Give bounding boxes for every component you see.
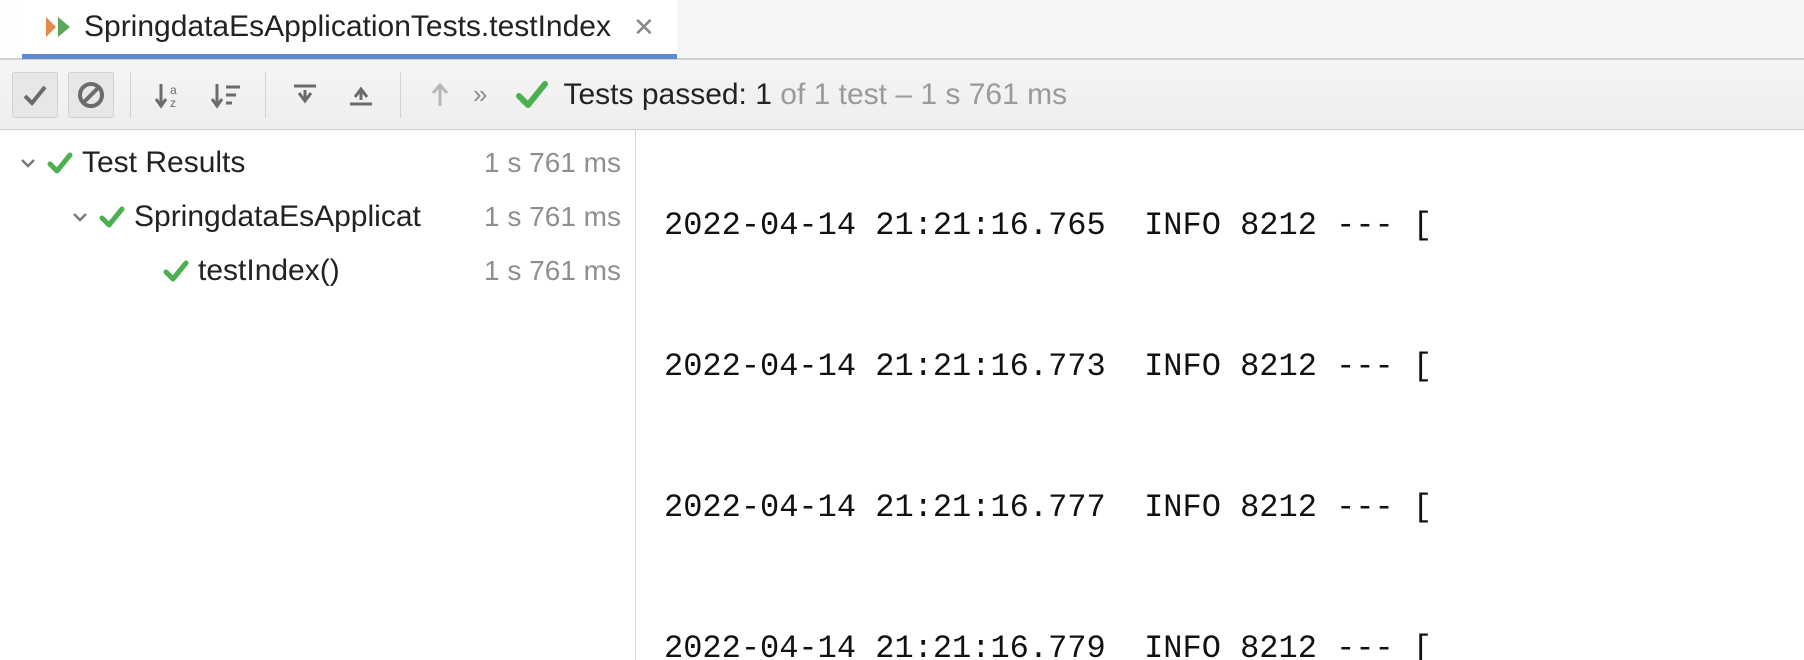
test-toolbar: az » Tests passed: 1 of 1 test – 1 s 761… (0, 60, 1804, 130)
separator (265, 72, 266, 118)
tree-method-label: testIndex() (198, 254, 484, 288)
chevron-down-icon[interactable] (14, 154, 42, 172)
prev-failed-button[interactable] (417, 72, 463, 118)
main-split: Test Results 1 s 761 ms SpringdataEsAppl… (0, 130, 1804, 660)
log-line: 2022-04-14 21:21:16.773 INFO 8212 --- [ (664, 343, 1804, 390)
sort-duration-button[interactable] (203, 72, 249, 118)
tree-class-row[interactable]: SpringdataEsApplicat 1 s 761 ms (0, 190, 635, 244)
more-button[interactable]: » (473, 72, 487, 118)
tab-active[interactable]: SpringdataEsApplicationTests.testIndex ✕ (22, 0, 677, 59)
status-label: Tests passed: (563, 78, 746, 111)
tab-run-icon (44, 13, 72, 41)
status-text: Tests passed: 1 of 1 test – 1 s 761 ms (563, 78, 1067, 112)
show-passed-button[interactable] (12, 72, 58, 118)
close-icon[interactable]: ✕ (633, 12, 655, 43)
svg-text:a: a (170, 83, 177, 97)
chevron-down-icon[interactable] (66, 208, 94, 226)
log-line: 2022-04-14 21:21:16.777 INFO 8212 --- [ (664, 484, 1804, 531)
tree-method-row[interactable]: testIndex() 1 s 761 ms (0, 244, 635, 298)
tree-method-time: 1 s 761 ms (484, 255, 621, 287)
status-area: Tests passed: 1 of 1 test – 1 s 761 ms (515, 78, 1067, 112)
log-line: 2022-04-14 21:21:16.779 INFO 8212 --- [ (664, 625, 1804, 660)
tabbar-rest (677, 0, 1804, 59)
tree-root-row[interactable]: Test Results 1 s 761 ms (0, 136, 635, 190)
test-tree: Test Results 1 s 761 ms SpringdataEsAppl… (0, 130, 636, 660)
tree-class-label: SpringdataEsApplicat (134, 200, 484, 234)
tab-title: SpringdataEsApplicationTests.testIndex (84, 10, 611, 44)
pass-icon (98, 203, 126, 231)
status-detail: of 1 test – 1 s 761 ms (780, 78, 1067, 111)
separator (130, 72, 131, 118)
expand-all-button[interactable] (282, 72, 328, 118)
tabbar-leading-gap (0, 0, 22, 59)
check-icon (515, 78, 549, 112)
show-ignored-button[interactable] (68, 72, 114, 118)
tree-root-time: 1 s 761 ms (484, 147, 621, 179)
pass-icon (162, 257, 190, 285)
sort-alpha-button[interactable]: az (147, 72, 193, 118)
console-output[interactable]: 2022-04-14 21:21:16.765 INFO 8212 --- [ … (636, 130, 1804, 660)
log-line: 2022-04-14 21:21:16.765 INFO 8212 --- [ (664, 202, 1804, 249)
svg-text:z: z (170, 96, 176, 110)
tree-class-time: 1 s 761 ms (484, 201, 621, 233)
separator (400, 72, 401, 118)
status-count: 1 (755, 78, 772, 111)
tree-root-label: Test Results (82, 146, 484, 180)
collapse-all-button[interactable] (338, 72, 384, 118)
pass-icon (46, 149, 74, 177)
tab-bar: SpringdataEsApplicationTests.testIndex ✕ (0, 0, 1804, 60)
